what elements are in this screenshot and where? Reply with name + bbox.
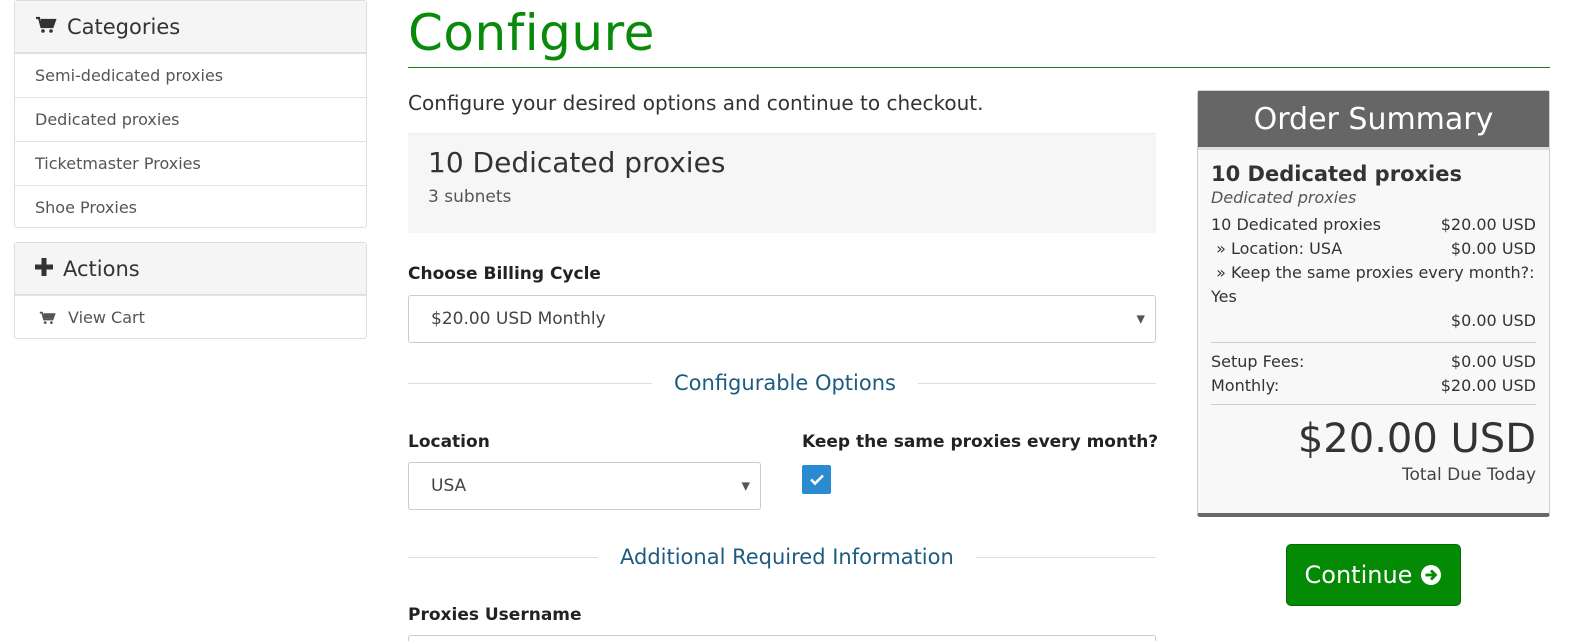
summary-line-label: » Location: USA [1211,239,1343,258]
summary-keep-value-row: $0.00 USD [1211,309,1536,333]
sidebar-item-semi-dedicated[interactable]: Semi-dedicated proxies [15,53,366,97]
order-summary: Order Summary 10 Dedicated proxies Dedic… [1197,90,1550,517]
monthly-label: Monthly: [1211,376,1280,395]
order-summary-title: Order Summary [1253,101,1494,137]
location-value: USA [431,476,467,496]
keep-same-proxies-label: Keep the same proxies every month? [802,432,1159,452]
billing-cycle-value: $20.00 USD Monthly [431,309,606,329]
summary-line-value: $0.00 USD [1450,239,1536,258]
order-summary-body: 10 Dedicated proxies Dedicated proxies 1… [1198,150,1549,497]
check-icon [809,473,825,486]
categories-panel: Categories Semi-dedicated proxies Dedica… [14,0,367,228]
actions-title: Actions [63,256,140,281]
product-subtitle: 3 subnets [428,187,512,207]
billing-cycle-select[interactable]: $20.00 USD Monthly ▼ [408,295,1156,343]
caret-down-icon: ▼ [741,479,750,493]
summary-divider [1211,342,1536,343]
continue-label: Continue [1304,561,1413,589]
summary-setup-row: Setup Fees: $0.00 USD [1211,350,1536,374]
actions-panel: Actions View Cart [14,242,367,339]
sidebar-item-label: Shoe Proxies [35,198,137,217]
summary-line: » Location: USA $0.00 USD [1211,237,1536,261]
cart-icon [35,16,57,38]
summary-product-name: 10 Dedicated proxies [1211,162,1462,186]
sidebar-item-shoe[interactable]: Shoe Proxies [15,185,366,229]
summary-keep-value: $0.00 USD [1450,311,1536,330]
summary-line-value: $20.00 USD [1440,215,1536,234]
billing-cycle-label: Choose Billing Cycle [408,264,601,284]
sidebar-item-label: Semi-dedicated proxies [35,66,224,85]
categories-title: Categories [67,14,181,39]
monthly-value: $20.00 USD [1440,376,1536,395]
location-label: Location [408,432,490,452]
summary-monthly-row: Monthly: $20.00 USD [1211,374,1536,398]
additional-info-title: Additional Required Information [620,545,954,569]
proxies-username-label: Proxies Username [408,605,582,625]
total-due-label: Total Due Today [1402,465,1536,485]
summary-product-group: Dedicated proxies [1211,188,1357,207]
setup-fees-label: Setup Fees: [1211,352,1305,371]
plus-icon [35,257,53,280]
additional-info-heading: Additional Required Information [408,545,1156,569]
continue-button[interactable]: Continue [1286,544,1461,606]
sidebar-item-ticketmaster[interactable]: Ticketmaster Proxies [15,141,366,185]
view-cart-link[interactable]: View Cart [15,295,366,339]
sidebar-item-dedicated[interactable]: Dedicated proxies [15,97,366,141]
title-divider [408,67,1550,68]
page-title: Configure [408,4,655,62]
sidebar-item-label: Ticketmaster Proxies [35,154,201,173]
actions-header: Actions [15,243,366,295]
section-divider [408,382,652,384]
total-amount: $20.00 USD [1297,416,1536,462]
view-cart-label: View Cart [68,308,145,327]
order-summary-header: Order Summary [1198,91,1549,150]
section-divider [975,556,1156,558]
summary-keep-line: » Keep the same proxies every month?: Ye… [1211,263,1540,306]
cart-icon [39,311,56,325]
configurable-options-title: Configurable Options [674,371,896,395]
product-info-box: 10 Dedicated proxies 3 subnets [408,133,1156,233]
section-divider [917,382,1156,384]
sidebar-item-label: Dedicated proxies [35,110,180,129]
caret-down-icon: ▼ [1136,312,1145,326]
arrow-circle-right-icon [1420,564,1442,586]
intro-text: Configure your desired options and conti… [408,91,984,115]
location-select[interactable]: USA ▼ [408,462,761,510]
categories-header: Categories [15,1,366,53]
setup-fees-value: $0.00 USD [1450,352,1536,371]
product-name: 10 Dedicated proxies [428,146,726,179]
summary-divider [1211,404,1536,405]
configurable-options-heading: Configurable Options [408,371,1156,395]
summary-line: 10 Dedicated proxies $20.00 USD [1211,213,1536,237]
summary-line-label: 10 Dedicated proxies [1211,215,1381,234]
section-divider [408,556,598,558]
keep-same-proxies-checkbox[interactable] [802,465,831,494]
proxies-username-input[interactable] [408,635,1156,641]
